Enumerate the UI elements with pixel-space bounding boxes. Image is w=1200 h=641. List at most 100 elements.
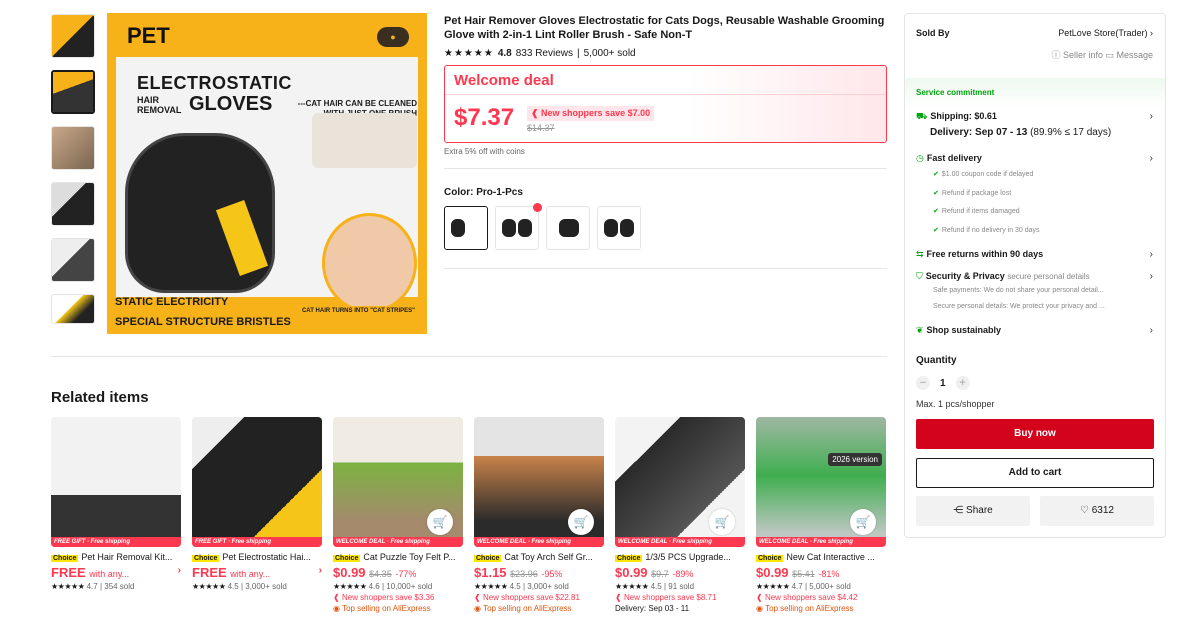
swatch-4[interactable]: [597, 206, 641, 250]
star-icons: ★★★★★: [51, 582, 85, 591]
related-item-title-row: Choice Cat Puzzle Toy Felt P...: [333, 552, 463, 562]
related-item-card[interactable]: FREE GIFT · Free shipping Choice Pet Hair…: [51, 417, 181, 613]
decrease-button[interactable]: −: [916, 376, 930, 390]
thumbnail-3[interactable]: [51, 126, 95, 170]
sold-count: 5,000+ sold: [583, 48, 636, 59]
related-item-title-row: Choice Cat Toy Arch Self Gr...: [474, 552, 604, 562]
star-icons: ★★★★★: [192, 582, 226, 591]
related-item-image: 2026 version 🛒 WELCOME DEAL · Free shipp…: [756, 417, 886, 547]
promo-banner: WELCOME DEAL · Free shipping: [756, 537, 886, 547]
chevron-right-icon: ›: [1149, 271, 1153, 282]
security-row[interactable]: ⛉ Security & Privacy secure personal deta…: [916, 271, 1153, 282]
deal-divider: [445, 94, 886, 95]
related-item-discount: -81%: [818, 569, 840, 579]
related-item-title-row: Choice 1/3/5 PCS Upgrade...: [615, 552, 745, 562]
add-to-cart-icon[interactable]: 🛒: [850, 509, 876, 535]
quantity-value[interactable]: 1: [940, 378, 946, 389]
related-item-original-price: $5.41: [792, 569, 815, 579]
related-item-card[interactable]: 🛒 WELCOME DEAL · Free shipping Choice Cat…: [333, 417, 463, 613]
glove-icon: [559, 219, 579, 237]
related-item-discount: -77%: [395, 569, 417, 579]
swatch-2[interactable]: [495, 203, 542, 250]
top-selling: ◉ Top selling on AliExpress: [756, 604, 886, 613]
shipping-row[interactable]: ⛟ Shipping: $0.61 ›: [916, 111, 1153, 123]
related-item-card[interactable]: 🛒 WELCOME DEAL · Free shipping Choice Cat…: [474, 417, 604, 613]
choice-badge: Choice: [333, 555, 361, 562]
related-item-card[interactable]: FREE GIFT · Free shipping Choice Pet Elec…: [192, 417, 322, 613]
choice-badge: Choice: [474, 555, 502, 562]
new-shopper-save-text: New shoppers save $22.81: [482, 593, 580, 602]
chevron-right-icon: ›: [177, 565, 181, 576]
related-item-card[interactable]: 🛒 WELCOME DEAL · Free shipping Choice 1/3…: [615, 417, 745, 613]
related-item-image: 🛒 WELCOME DEAL · Free shipping: [333, 417, 463, 547]
fast-item-4: ✔ Refund if no delivery in 30 days: [933, 226, 1040, 234]
swatch-pro-1-pcs[interactable]: [444, 206, 488, 250]
related-item-image: 🛒 WELCOME DEAL · Free shipping: [474, 417, 604, 547]
seller-links[interactable]: ⓘ Seller info ▭ Message: [1051, 48, 1153, 61]
thumbnail-1[interactable]: [51, 14, 95, 58]
share-button[interactable]: ⋲ Share: [916, 496, 1030, 526]
share-icon: ⋲: [953, 505, 967, 516]
shipping-text: Shipping: $0.61: [930, 111, 997, 121]
new-shopper-save-text: New shoppers save $8.71: [623, 593, 717, 602]
related-item-title-row: Choice Pet Electrostatic Hai...: [192, 552, 322, 562]
related-item-price-row: $0.99 $4.35 -77%: [333, 565, 463, 580]
rating-text: 4.5 | 3,000+ sold: [227, 582, 287, 591]
star-icons: ★★★★★: [615, 582, 649, 591]
fast-item-1: ✔ $1.00 coupon code if delayed: [933, 170, 1033, 178]
sustainable-row[interactable]: ❦ Shop sustainably ›: [916, 325, 1153, 336]
save-icon: ❰: [756, 593, 765, 602]
related-item-rating: ★★★★★ 4.5 | 91 sold: [615, 582, 745, 591]
add-to-cart-icon[interactable]: 🛒: [709, 509, 735, 535]
flame-icon: ◉: [474, 604, 484, 613]
star-icons: ★★★★★: [333, 582, 367, 591]
check-icon: ✔: [933, 190, 939, 197]
new-shopper-save-text: New shoppers save $4.42: [764, 593, 858, 602]
related-item-price: $0.99: [615, 565, 648, 580]
related-item-title: Cat Toy Arch Self Gr...: [504, 552, 593, 562]
share-label: Share: [966, 505, 993, 516]
image-heading-2: HAIR REMOVAL: [137, 95, 181, 115]
fast-item-text: Refund if items damaged: [941, 208, 1020, 215]
related-item-rating: ★★★★★ 4.7 | 5,000+ sold: [756, 582, 886, 591]
security-note: secure personal details: [1007, 272, 1090, 281]
related-item-title: New Cat Interactive ...: [786, 552, 875, 562]
separator: |: [577, 48, 580, 59]
purchase-panel: Sold By PetLove Store(Trader) › ⓘ Seller…: [904, 13, 1166, 538]
thumbnail-5[interactable]: [51, 238, 95, 282]
related-item-price-row: $0.99 $5.41 -81%: [756, 565, 886, 580]
rating-text: 4.5 | 3,000+ sold: [509, 582, 569, 591]
store-link[interactable]: PetLove Store(Trader) ›: [1058, 28, 1153, 38]
rating-text: 4.6 | 10,000+ sold: [368, 582, 433, 591]
new-shopper-save: ❰ New shoppers save $8.71: [615, 593, 745, 602]
thumbnail-6[interactable]: [51, 294, 95, 324]
increase-button[interactable]: +: [955, 376, 970, 390]
thumbnail-4[interactable]: [51, 182, 95, 226]
add-to-cart-button[interactable]: Add to cart: [916, 458, 1154, 488]
rating-text: 4.7 | 5,000+ sold: [791, 582, 851, 591]
new-shopper-save: ❰ New shoppers save $22.81: [474, 593, 604, 602]
buy-now-button[interactable]: Buy now: [916, 419, 1154, 449]
security-text: Security & Privacy: [925, 271, 1005, 281]
sold-by-label: Sold By: [916, 28, 950, 38]
related-item-rating: ★★★★★ 4.7 | 354 sold: [51, 582, 181, 591]
swatch-3[interactable]: [546, 206, 590, 250]
truck-icon: ⛟: [916, 111, 928, 121]
wishlist-button[interactable]: ♡ 6312: [1040, 496, 1154, 526]
chevron-right-icon: ›: [318, 565, 322, 576]
thumbnail-2[interactable]: [51, 70, 95, 114]
add-to-cart-icon[interactable]: 🛒: [427, 509, 453, 535]
add-to-cart-icon[interactable]: 🛒: [568, 509, 594, 535]
reviews-link[interactable]: 833 Reviews: [516, 48, 573, 59]
section-divider: [51, 356, 887, 357]
related-item-card[interactable]: 2026 version 🛒 WELCOME DEAL · Free shipp…: [756, 417, 886, 613]
returns-row[interactable]: ⇆ Free returns within 90 days ›: [916, 249, 1153, 260]
fast-delivery-row[interactable]: ◷ Fast delivery ›: [916, 153, 1153, 164]
quantity-label: Quantity: [916, 355, 957, 366]
version-badge: 2026 version: [828, 453, 882, 466]
promo-banner: FREE GIFT · Free shipping: [192, 537, 322, 547]
cat-photo: [312, 113, 417, 168]
return-icon: ⇆: [916, 249, 924, 259]
related-item-price-row: $1.15 $23.96 -95%: [474, 565, 604, 580]
main-product-image[interactable]: PET ● ELECTROSTATIC HAIR REMOVAL GLOVES -…: [107, 13, 427, 334]
